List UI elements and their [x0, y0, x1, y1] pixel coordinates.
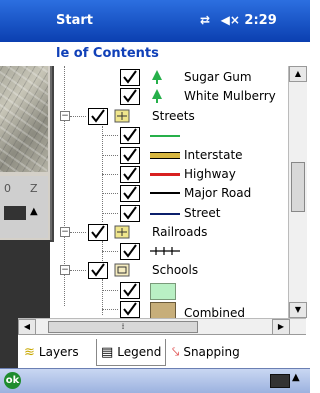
tree-item-school-symbol[interactable] [56, 281, 288, 300]
tree-guide-line [70, 270, 86, 271]
tree-guide-line [102, 155, 118, 156]
layer-icon [114, 225, 130, 239]
tab-snapping[interactable]: ⤥ Snapping [172, 339, 240, 365]
map-key-0[interactable]: 0 [4, 182, 11, 195]
tab-layers[interactable]: ≋ Layers [24, 339, 79, 365]
scroll-up-button[interactable]: ▲ [289, 66, 307, 82]
tree-guide-line [102, 193, 118, 194]
tab-label: Legend [117, 345, 162, 359]
tree-item-sugar-gum[interactable]: Sugar Gum [56, 68, 288, 87]
checkbox[interactable] [120, 185, 140, 202]
chevron-up-icon[interactable]: ▲ [292, 372, 300, 383]
tree-guide-line [102, 135, 118, 136]
scroll-right-button[interactable]: ▶ [272, 319, 290, 335]
street-line-symbol [150, 213, 180, 215]
green-line-symbol [150, 135, 180, 137]
connectivity-icon[interactable]: ⇄ [200, 13, 210, 27]
checkbox[interactable] [120, 88, 140, 105]
tree-item-label: Sugar Gum [184, 70, 252, 84]
keyboard-icon[interactable] [270, 374, 290, 388]
tree-item-major-road[interactable]: Major Road [56, 184, 288, 203]
tree-item-schools[interactable]: − Schools [56, 261, 288, 280]
green-swatch-symbol [150, 283, 176, 300]
checkbox[interactable] [88, 262, 108, 279]
tree-item-streets[interactable]: − Streets [56, 107, 288, 126]
tree-guide-line [102, 309, 118, 310]
checkbox[interactable] [120, 301, 140, 318]
layers-icon: ≋ [24, 344, 35, 360]
tan-swatch-symbol [150, 302, 176, 318]
checkbox[interactable] [88, 224, 108, 241]
scrollbar-thumb[interactable] [291, 162, 305, 212]
polygon-layer-icon [114, 263, 130, 277]
tree-item-label: Streets [152, 109, 195, 123]
horizontal-scrollbar[interactable]: ◀ ⁞ ▶ [18, 318, 306, 335]
status-area[interactable]: ⇄ ◀× 2:29 [200, 13, 277, 28]
railroad-line-symbol [150, 247, 180, 255]
volume-muted-icon[interactable]: ◀× [221, 13, 240, 27]
tree-item-label: Railroads [152, 225, 208, 239]
tree-item-label: Schools [152, 263, 199, 277]
tree-item-combined[interactable]: Combined [56, 300, 288, 318]
tree-item-label: Major Road [184, 186, 252, 200]
vertical-scrollbar[interactable]: ▲ ▼ [288, 66, 307, 318]
tree-item-street[interactable]: Street [56, 204, 288, 223]
tree-guide-line [102, 213, 118, 214]
ok-button[interactable]: ok [4, 372, 21, 389]
tree-item-label: White Mulberry [184, 89, 276, 103]
map-key-z[interactable]: Z [30, 182, 38, 195]
checkbox[interactable] [120, 166, 140, 183]
tree-guide-line [102, 174, 118, 175]
legend-tree[interactable]: Sugar Gum White Mulberry − Streets Inter… [56, 66, 288, 318]
collapse-icon[interactable]: − [60, 111, 70, 121]
scroll-left-button[interactable]: ◀ [18, 319, 36, 335]
tree-item-label: Street [184, 206, 221, 220]
major-road-line-symbol [150, 192, 180, 194]
highway-line-symbol [150, 173, 180, 176]
layer-icon [114, 109, 130, 123]
tree-item-label: Highway [184, 167, 236, 181]
scroll-down-button[interactable]: ▼ [289, 302, 307, 318]
legend-icon: ▤ [101, 344, 114, 360]
start-menu-button[interactable]: Start [56, 13, 93, 28]
clock-time[interactable]: 2:29 [244, 13, 276, 28]
tree-item-railroad-symbol[interactable] [56, 242, 288, 261]
tree-item-street-symbol[interactable] [56, 126, 288, 145]
collapse-icon[interactable]: − [60, 227, 70, 237]
page-title: le of Contents [56, 46, 159, 61]
tree-item-label: Interstate [184, 148, 243, 162]
checkbox[interactable] [120, 69, 140, 86]
tree-item-railroads[interactable]: − Railroads [56, 223, 288, 242]
tree-guide-line [70, 116, 86, 117]
tree-item-highway[interactable]: Highway [56, 165, 288, 184]
checkbox[interactable] [120, 282, 140, 299]
map-controls: 0 Z ▲ [0, 176, 48, 238]
hscroll-thumb[interactable]: ⁞ [48, 321, 198, 333]
snapping-icon: ⤥ [172, 344, 180, 360]
tree-icon [152, 70, 162, 84]
tab-label: Layers [38, 345, 79, 359]
tree-item-label: Combined [184, 306, 245, 318]
title-bar: Start ⇄ ◀× 2:29 [0, 0, 310, 42]
tab-label: Snapping [183, 345, 240, 359]
chevron-up-icon[interactable]: ▲ [30, 206, 38, 217]
tree-icon [152, 89, 162, 103]
checkbox[interactable] [120, 127, 140, 144]
tree-guide-line [102, 290, 118, 291]
toc-header: le of Contents [0, 42, 310, 66]
bottom-bar: ok ▲ [0, 368, 310, 393]
checkbox[interactable] [88, 108, 108, 125]
checkbox[interactable] [120, 205, 140, 222]
interstate-line-symbol [150, 152, 180, 159]
tab-legend[interactable]: ▤ Legend [96, 339, 167, 366]
tree-guide-line [70, 232, 86, 233]
tree-item-interstate[interactable]: Interstate [56, 146, 288, 165]
tree-item-white-mulberry[interactable]: White Mulberry [56, 87, 288, 106]
keyboard-icon[interactable] [4, 206, 26, 220]
checkbox[interactable] [120, 243, 140, 260]
tab-bar: ≋ Layers ▤ Legend ⤥ Snapping [18, 334, 306, 369]
checkbox[interactable] [120, 147, 140, 164]
collapse-icon[interactable]: − [60, 265, 70, 275]
tree-guide-line [102, 251, 118, 252]
